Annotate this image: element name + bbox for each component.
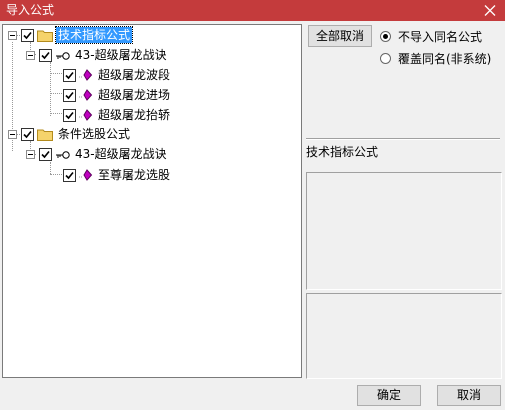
formula-icon <box>79 169 93 181</box>
checkbox[interactable] <box>39 48 52 62</box>
import-formula-dialog: 导入公式 技术指标公式 43-超级屠龙战诀 超级屠龙波段 超级屠龙进场 超级屠龙… <box>0 0 505 410</box>
formula-type-label: 技术指标公式 <box>306 145 379 159</box>
formula-tree[interactable]: 技术指标公式 43-超级屠龙战诀 超级屠龙波段 超级屠龙进场 超级屠龙抬轿 条件… <box>2 24 302 378</box>
formula-icon <box>79 69 93 81</box>
deselect-all-button[interactable]: 全部取消 <box>308 25 372 47</box>
key-icon <box>55 149 71 159</box>
checkbox[interactable] <box>63 88 76 102</box>
collapse-toggle-icon[interactable] <box>26 50 35 60</box>
tree-node-label: 超级屠龙波段 <box>98 68 171 82</box>
tree-line <box>50 73 62 75</box>
folder-icon <box>37 128 53 141</box>
dialog-title: 导入公式 <box>6 3 55 17</box>
close-icon[interactable] <box>484 2 498 18</box>
checkbox[interactable] <box>63 108 76 122</box>
radio-button[interactable] <box>380 31 391 42</box>
tree-node-label: 条件选股公式 <box>58 127 131 141</box>
tree-node-formula[interactable]: 超级屠龙波段 <box>63 66 172 84</box>
tree-node-label: 技术指标公式 <box>54 26 134 44</box>
formula-icon <box>79 89 93 101</box>
tree-node-formula[interactable]: 超级屠龙进场 <box>63 86 172 104</box>
tree-node-technical-indicators[interactable]: 技术指标公式 <box>8 26 134 44</box>
radio-button[interactable] <box>380 53 391 64</box>
radio-label: 不导入同名公式 <box>398 30 483 44</box>
tree-node-formula-group[interactable]: 43-超级屠龙战诀 <box>26 145 169 163</box>
tree-node-formula[interactable]: 至尊屠龙选股 <box>63 166 172 184</box>
checkbox[interactable] <box>21 28 34 42</box>
tree-node-label: 超级屠龙抬轿 <box>98 108 171 122</box>
checkbox[interactable] <box>39 147 52 161</box>
tree-line <box>50 162 52 174</box>
tree-node-label: 至尊屠龙选股 <box>98 168 171 182</box>
tree-node-label: 43-超级屠龙战诀 <box>75 48 167 62</box>
collapse-toggle-icon[interactable] <box>26 149 35 159</box>
tree-node-stock-selection[interactable]: 条件选股公式 <box>8 125 132 143</box>
radio-no-import-same-name[interactable]: 不导入同名公式 <box>380 28 482 45</box>
radio-label: 覆盖同名(非系统) <box>398 52 492 66</box>
checkbox[interactable] <box>63 68 76 82</box>
separator <box>306 138 500 140</box>
tree-node-formula-group[interactable]: 43-超级屠龙战诀 <box>26 46 169 64</box>
key-icon <box>55 50 71 60</box>
tree-line <box>50 174 62 176</box>
formula-icon <box>79 109 93 121</box>
radio-overwrite-same-name[interactable]: 覆盖同名(非系统) <box>380 50 491 67</box>
checkbox[interactable] <box>21 127 34 141</box>
title-bar: 导入公式 <box>0 0 505 21</box>
tree-node-label: 超级屠龙进场 <box>98 88 171 102</box>
checkbox[interactable] <box>63 168 76 182</box>
formula-info-panel <box>306 172 502 290</box>
tree-line <box>50 93 62 95</box>
tree-node-label: 43-超级屠龙战诀 <box>75 147 167 161</box>
folder-icon <box>37 29 53 42</box>
cancel-button[interactable]: 取消 <box>437 385 501 406</box>
ok-button[interactable]: 确定 <box>357 385 421 406</box>
collapse-toggle-icon[interactable] <box>8 129 17 139</box>
collapse-toggle-icon[interactable] <box>8 30 17 40</box>
tree-node-formula[interactable]: 超级屠龙抬轿 <box>63 106 172 124</box>
tree-line <box>50 62 52 116</box>
formula-description-panel <box>306 293 502 379</box>
tree-line <box>50 113 62 115</box>
